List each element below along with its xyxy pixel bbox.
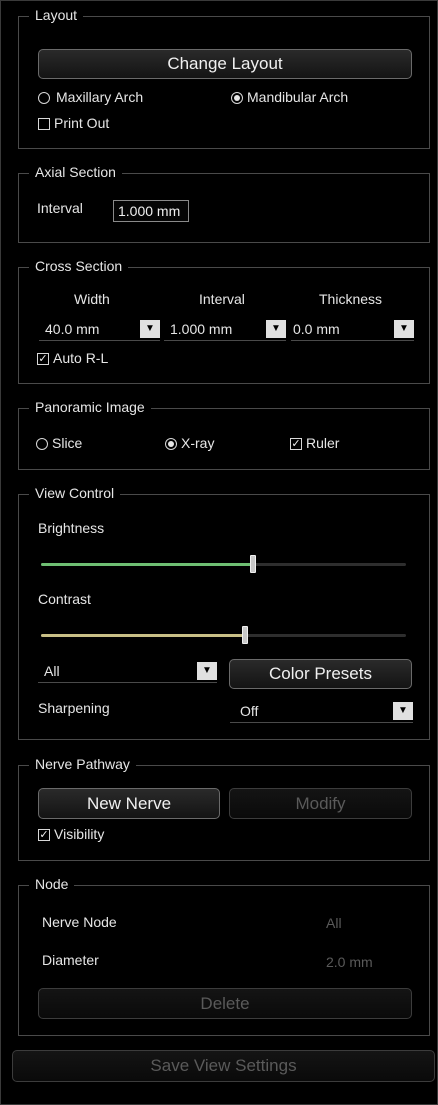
maxillary-radio-indicator [38, 92, 50, 104]
contrast-slider-handle[interactable] [242, 626, 249, 644]
chevron-down-icon: ▼ [394, 320, 414, 338]
xray-label: X-ray [181, 435, 215, 451]
panoramic-image-title: Panoramic Image [29, 399, 151, 415]
sharpening-label: Sharpening [38, 700, 110, 716]
cross-interval-select[interactable]: 1.000 mm ▼ [164, 319, 286, 341]
maxillary-label: Maxillary Arch [56, 89, 144, 105]
cross-width-label: Width [74, 291, 110, 307]
diameter-value: 2.0 mm [326, 954, 373, 970]
mandibular-radio-indicator [231, 92, 243, 104]
chevron-down-icon: ▼ [197, 662, 217, 680]
print-out-label: Print Out [54, 115, 110, 131]
change-layout-button[interactable]: Change Layout [38, 49, 412, 79]
auto-rl-label: Auto R-L [53, 350, 109, 366]
preset-value: All [44, 663, 60, 679]
brightness-label: Brightness [38, 520, 105, 536]
layout-group: Layout Change Layout Maxillary Arch Mand… [18, 7, 430, 149]
ruler-label: Ruler [306, 435, 340, 451]
nerve-node-label: Nerve Node [42, 914, 117, 930]
mandibular-label: Mandibular Arch [247, 89, 349, 105]
auto-rl-check-indicator: ✓ [37, 353, 49, 365]
brightness-slider-handle[interactable] [249, 555, 256, 573]
print-out-check-indicator [38, 118, 50, 130]
axial-interval-label: Interval [37, 200, 83, 216]
color-presets-button[interactable]: Color Presets [229, 659, 412, 689]
xray-radio-indicator [165, 438, 177, 450]
new-nerve-button[interactable]: New Nerve [38, 788, 220, 819]
cross-section-group: Cross Section Width Interval Thickness 4… [18, 258, 430, 384]
view-control-title: View Control [29, 485, 121, 501]
modify-button[interactable]: Modify [229, 788, 412, 819]
panoramic-image-group: Panoramic Image Slice X-ray ✓ Ruler [18, 399, 430, 470]
slice-label: Slice [52, 435, 83, 451]
chevron-down-icon: ▼ [393, 702, 413, 720]
contrast-slider-fill [41, 634, 246, 637]
axial-interval-input[interactable]: 1.000 mm [113, 200, 189, 222]
nerve-pathway-group: Nerve Pathway New Nerve Modify ✓ Visibil… [18, 756, 430, 861]
sharpening-value: Off [240, 703, 259, 719]
axial-section-title: Axial Section [29, 164, 122, 180]
diameter-label: Diameter [42, 952, 99, 968]
cross-section-title: Cross Section [29, 258, 129, 274]
chevron-down-icon: ▼ [266, 320, 286, 338]
cross-interval-label: Interval [199, 291, 245, 307]
nerve-node-value: All [326, 915, 342, 931]
nerve-pathway-title: Nerve Pathway [29, 756, 136, 772]
preset-select[interactable]: All ▼ [38, 661, 217, 683]
node-title: Node [29, 876, 75, 892]
cross-width-select[interactable]: 40.0 mm ▼ [39, 319, 160, 341]
cross-width-value: 40.0 mm [45, 321, 100, 337]
chevron-down-icon: ▼ [140, 320, 160, 338]
brightness-slider-fill [41, 563, 253, 566]
cross-interval-value: 1.000 mm [170, 321, 233, 337]
delete-button[interactable]: Delete [38, 988, 412, 1019]
contrast-slider[interactable] [41, 626, 406, 644]
slice-radio-indicator [36, 438, 48, 450]
save-view-settings-button[interactable]: Save View Settings [12, 1050, 435, 1082]
visibility-label: Visibility [54, 826, 105, 842]
view-control-group: View Control Brightness Contrast All ▼ C… [18, 485, 430, 740]
contrast-label: Contrast [38, 591, 91, 607]
cross-thickness-label: Thickness [319, 291, 383, 307]
cross-thickness-select[interactable]: 0.0 mm ▼ [291, 319, 414, 341]
layout-title: Layout [29, 7, 84, 23]
axial-section-group: Axial Section Interval 1.000 mm [18, 164, 430, 243]
ruler-check-indicator: ✓ [290, 438, 302, 450]
node-group: Node Nerve Node All Diameter 2.0 mm Dele… [18, 876, 430, 1036]
visibility-check-indicator: ✓ [38, 829, 50, 841]
cross-thickness-value: 0.0 mm [293, 321, 340, 337]
brightness-slider[interactable] [41, 555, 406, 573]
sharpening-select[interactable]: Off ▼ [230, 701, 413, 723]
